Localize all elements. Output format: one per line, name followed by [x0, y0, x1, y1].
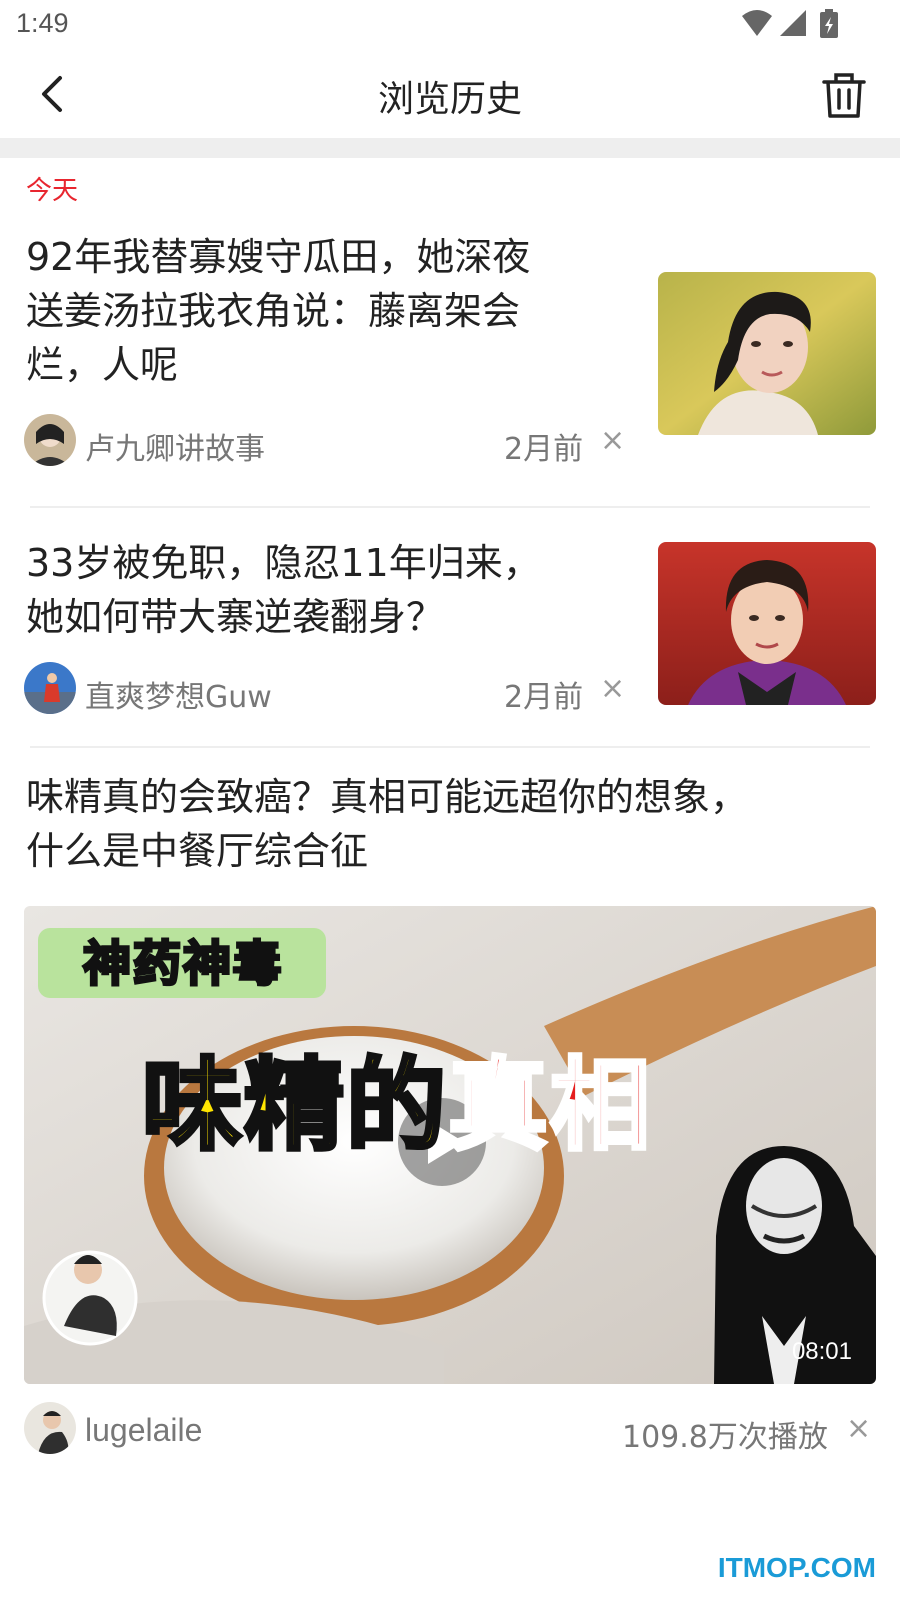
remove-item-button[interactable]: × — [600, 674, 625, 704]
video-thumbnail[interactable]: 神药神毒 味精的真相 08:01 — [24, 906, 876, 1384]
video-duration: 08:01 — [791, 1338, 852, 1365]
title-line: 味精真的会致癌？真相可能远超你的想象， — [26, 775, 749, 819]
title-line: 她如何带大寨逆袭翻身？ — [26, 595, 445, 639]
clear-history-button[interactable] — [816, 68, 872, 124]
status-bar: 1:49 — [0, 0, 900, 50]
title-line: 33岁被免职，隐忍11年归来， — [26, 541, 541, 585]
trash-icon — [822, 73, 866, 118]
video-title[interactable]: 味精真的会致癌？真相可能远超你的想象， 什么是中餐厅综合征 — [26, 770, 748, 878]
author-name[interactable]: 直爽梦想Guw — [85, 672, 272, 716]
signal-icon — [780, 10, 806, 36]
article-title[interactable]: 92年我替寡嫂守瓜田，她深夜 送姜汤拉我衣角说：藤离架会 烂，人呢 — [26, 230, 530, 392]
avatar[interactable] — [24, 662, 76, 714]
remove-item-button[interactable]: × — [846, 1414, 871, 1444]
section-gap — [0, 138, 900, 158]
timestamp: 2月前 — [504, 680, 584, 715]
title-line: 烂，人呢 — [26, 343, 179, 387]
watermark: ITMOP.COM — [717, 1552, 876, 1583]
divider — [30, 506, 870, 508]
avatar[interactable] — [24, 414, 76, 466]
avatar[interactable] — [24, 1402, 76, 1454]
headline-red: 真相 — [446, 1045, 652, 1166]
title-line: 什么是中餐厅综合征 — [26, 829, 369, 873]
divider — [30, 746, 870, 748]
title-line: 92年我替寡嫂守瓜田，她深夜 — [26, 235, 531, 279]
uploader-avatar-overlay — [42, 1250, 138, 1346]
top-nav: 浏览历史 — [0, 50, 900, 138]
status-time: 1:49 — [16, 8, 69, 38]
article-thumbnail[interactable] — [658, 272, 876, 435]
page-title: 浏览历史 — [377, 79, 522, 120]
timestamp: 2月前 — [504, 432, 584, 467]
wifi-icon — [742, 10, 772, 36]
remove-item-button[interactable]: × — [600, 426, 625, 456]
battery-icon — [820, 9, 838, 38]
author-name[interactable]: 卢九卿讲故事 — [85, 424, 265, 468]
article-title[interactable]: 33岁被免职，隐忍11年归来， 她如何带大寨逆袭翻身？ — [26, 536, 541, 644]
author-name[interactable]: lugelaile — [85, 1412, 202, 1449]
article-thumbnail[interactable] — [658, 542, 876, 705]
status-icons — [742, 9, 838, 38]
headline-yellow: 味精的 — [140, 1045, 448, 1166]
video-tag-text: 神药神毒 — [81, 935, 283, 994]
video-headline: 味精的真相 — [140, 1045, 652, 1166]
title-line: 送姜汤拉我衣角说：藤离架会 — [26, 289, 521, 333]
play-count: 109.8万次播放 — [622, 1420, 828, 1455]
section-label-today: 今天 — [26, 176, 79, 206]
